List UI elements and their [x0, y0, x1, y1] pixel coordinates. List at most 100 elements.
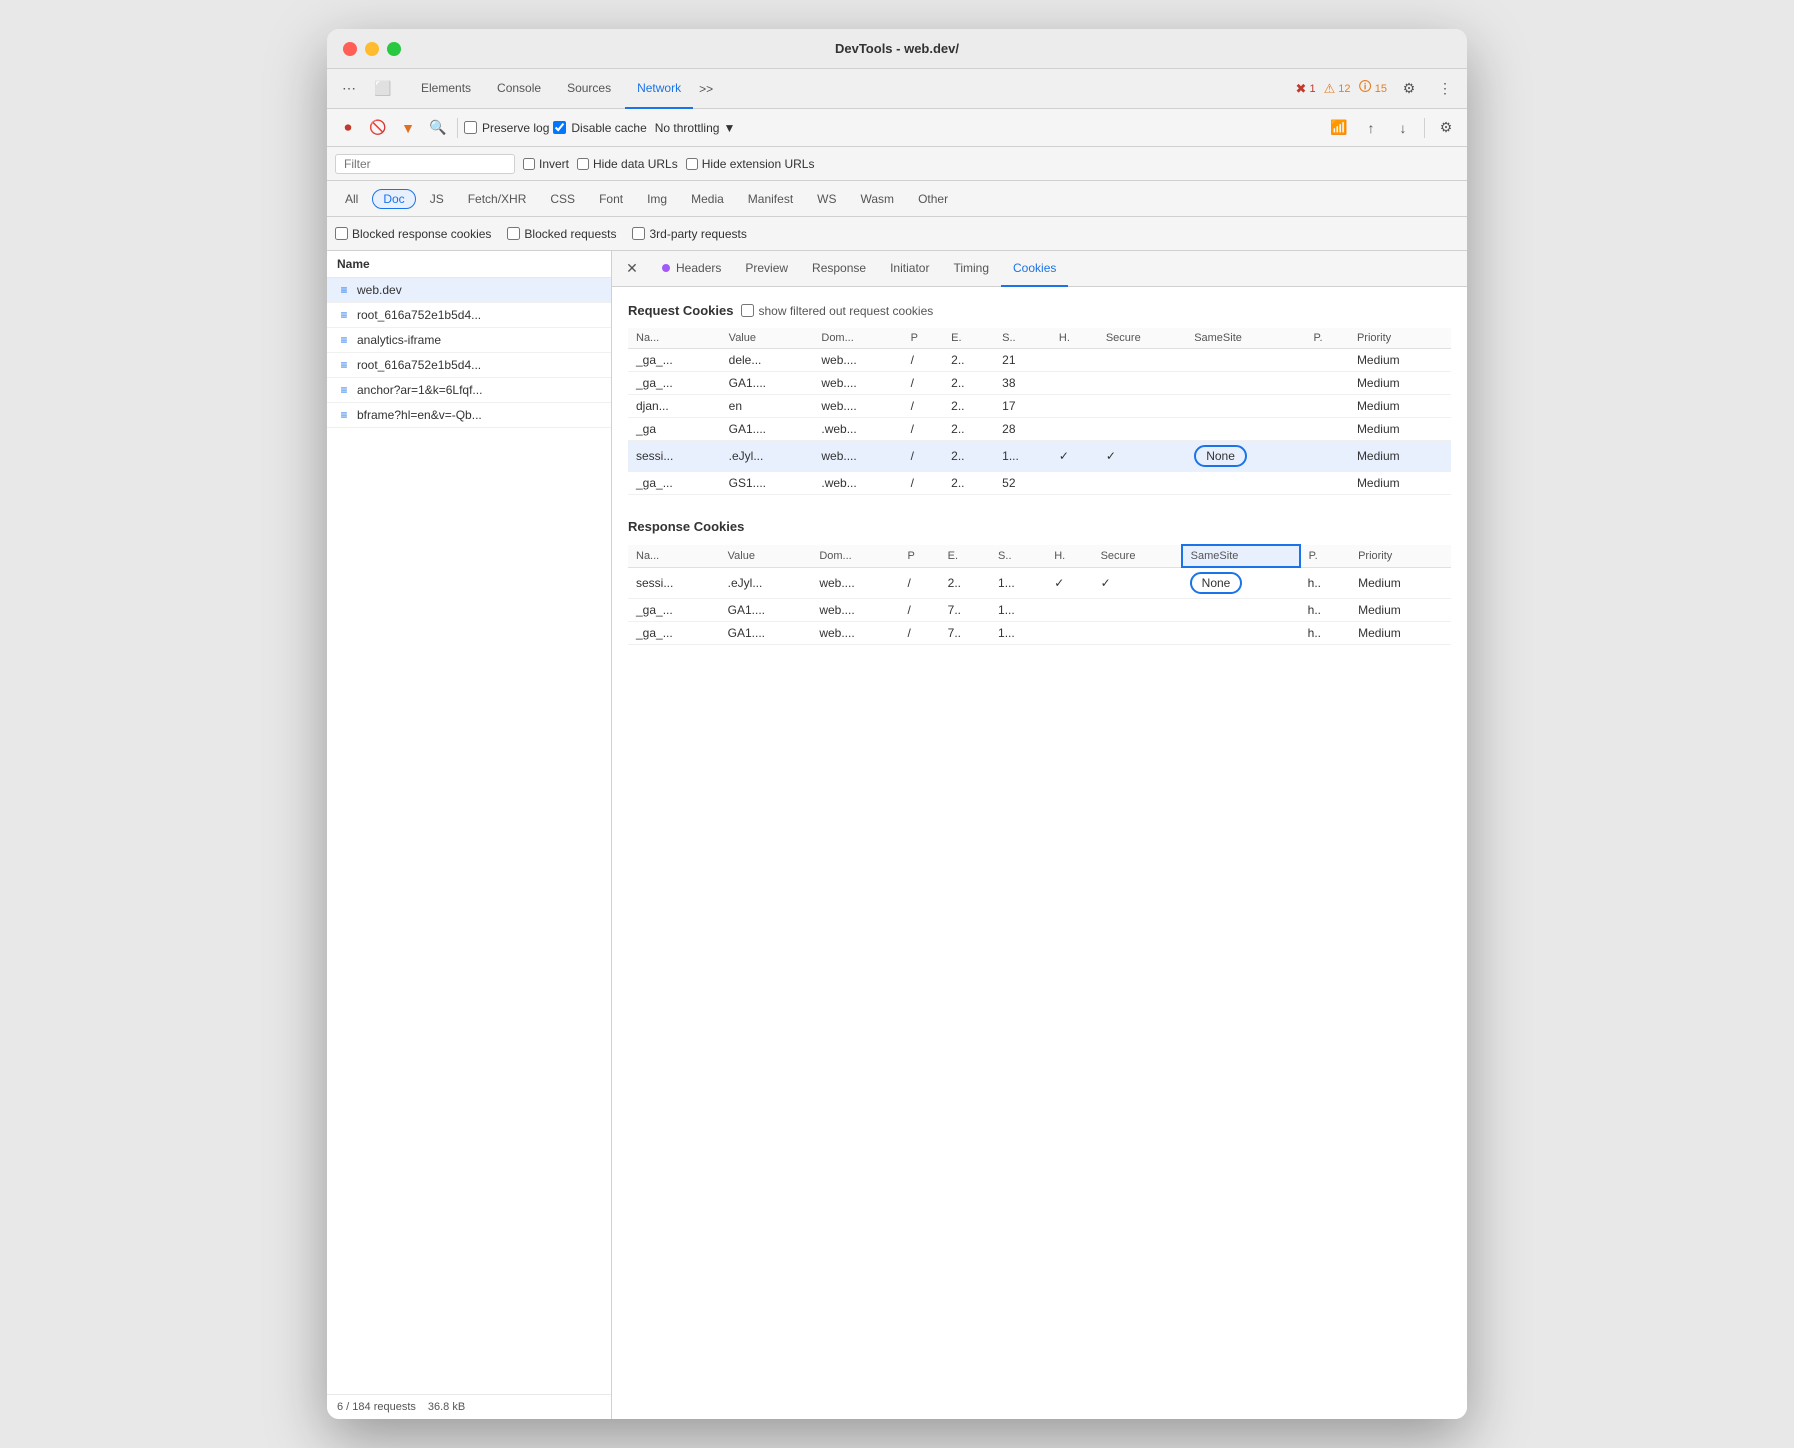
detail-tab-timing[interactable]: Timing: [941, 251, 1001, 287]
tab-console[interactable]: Console: [485, 69, 553, 109]
request-cookie-row-1[interactable]: _ga_... dele... web.... / 2.. 21 Medium: [628, 349, 1451, 372]
tab-network[interactable]: Network: [625, 69, 693, 109]
type-btn-css[interactable]: CSS: [540, 190, 585, 208]
doc-icon-5: ≡: [337, 383, 351, 397]
disable-cache-checkbox[interactable]: Disable cache: [553, 121, 646, 135]
close-button[interactable]: [343, 42, 357, 56]
preserve-log-checkbox[interactable]: Preserve log: [464, 121, 549, 135]
record-stop-button[interactable]: ⏺: [335, 115, 361, 141]
third-party-requests-checkbox[interactable]: 3rd-party requests: [632, 227, 746, 241]
resp-col-domain[interactable]: Dom...: [811, 545, 899, 567]
type-btn-font[interactable]: Font: [589, 190, 633, 208]
hide-data-urls-input[interactable]: [577, 158, 589, 170]
resp-col-partitioned[interactable]: P.: [1300, 545, 1350, 567]
minimize-button[interactable]: [365, 42, 379, 56]
title-bar: DevTools - web.dev/: [327, 29, 1467, 69]
invert-checkbox[interactable]: Invert: [523, 157, 569, 171]
resp-col-name[interactable]: Na...: [628, 545, 720, 567]
request-item-webdev[interactable]: ≡ web.dev: [327, 278, 611, 303]
detail-tab-cookies[interactable]: Cookies: [1001, 251, 1068, 287]
type-btn-media[interactable]: Media: [681, 190, 734, 208]
request-item-bframe[interactable]: ≡ bframe?hl=en&v=-Qb...: [327, 403, 611, 428]
resp-col-expires[interactable]: E.: [940, 545, 990, 567]
tab-elements[interactable]: Elements: [409, 69, 483, 109]
blocked-response-cookies-input[interactable]: [335, 227, 348, 240]
clear-button[interactable]: 🚫: [365, 115, 391, 141]
col-path[interactable]: P: [903, 328, 944, 349]
type-btn-other[interactable]: Other: [908, 190, 958, 208]
col-expires[interactable]: E.: [943, 328, 994, 349]
resp-col-httponly[interactable]: H.: [1046, 545, 1092, 567]
request-item-analytics[interactable]: ≡ analytics-iframe: [327, 328, 611, 353]
resp-col-samesite[interactable]: SameSite: [1182, 545, 1300, 567]
invert-input[interactable]: [523, 158, 535, 170]
detail-tab-initiator[interactable]: Initiator: [878, 251, 941, 287]
upload-icon[interactable]: ↑: [1358, 115, 1384, 141]
col-httponly[interactable]: H.: [1051, 328, 1098, 349]
more-options-icon[interactable]: ⋮: [1431, 75, 1459, 103]
request-item-root2[interactable]: ≡ root_616a752e1b5d4...: [327, 353, 611, 378]
type-btn-js[interactable]: JS: [420, 190, 454, 208]
type-btn-wasm[interactable]: Wasm: [851, 190, 905, 208]
disable-cache-input[interactable]: [553, 121, 566, 134]
col-value[interactable]: Value: [721, 328, 814, 349]
hide-data-urls-checkbox[interactable]: Hide data URLs: [577, 157, 678, 171]
request-item-anchor[interactable]: ≡ anchor?ar=1&k=6Lfqf...: [327, 378, 611, 403]
tab-sources[interactable]: Sources: [555, 69, 623, 109]
col-size[interactable]: S..: [994, 328, 1051, 349]
col-name[interactable]: Na...: [628, 328, 721, 349]
show-filtered-checkbox[interactable]: show filtered out request cookies: [741, 304, 933, 318]
col-secure[interactable]: Secure: [1098, 328, 1186, 349]
type-btn-all[interactable]: All: [335, 190, 368, 208]
request-cookie-row-4[interactable]: _ga GA1.... .web... / 2.. 28 Medium: [628, 418, 1451, 441]
blocked-requests-input[interactable]: [507, 227, 520, 240]
col-priority[interactable]: Priority: [1349, 328, 1451, 349]
doc-icon-2: ≡: [337, 308, 351, 322]
blocked-response-cookies-checkbox[interactable]: Blocked response cookies: [335, 227, 491, 241]
col-samesite[interactable]: SameSite: [1186, 328, 1305, 349]
resp-col-value[interactable]: Value: [720, 545, 812, 567]
response-cookie-row-1-session[interactable]: sessi... .eJyl... web.... / 2.. 1... ✓ ✓…: [628, 567, 1451, 599]
resp-col-size[interactable]: S..: [990, 545, 1046, 567]
close-detail-button[interactable]: ✕: [620, 257, 644, 281]
detail-tab-preview[interactable]: Preview: [733, 251, 800, 287]
filter-input[interactable]: [335, 154, 515, 174]
search-icon[interactable]: 🔍: [425, 115, 451, 141]
network-settings-icon[interactable]: ⚙: [1433, 115, 1459, 141]
filter-icon[interactable]: ▼: [395, 115, 421, 141]
type-btn-fetch-xhr[interactable]: Fetch/XHR: [458, 190, 537, 208]
more-tabs-button[interactable]: >>: [695, 82, 717, 96]
preserve-log-input[interactable]: [464, 121, 477, 134]
request-cookie-row-2[interactable]: _ga_... GA1.... web.... / 2.. 38 Medium: [628, 372, 1451, 395]
hide-extension-urls-checkbox[interactable]: Hide extension URLs: [686, 157, 815, 171]
detail-tab-response[interactable]: Response: [800, 251, 878, 287]
request-cookie-row-6[interactable]: _ga_... GS1.... .web... / 2.. 52 Medium: [628, 472, 1451, 495]
throttle-dropdown[interactable]: No throttling ▼: [651, 119, 740, 137]
detail-tab-headers[interactable]: Headers: [650, 251, 733, 287]
type-btn-ws[interactable]: WS: [807, 190, 846, 208]
blocked-requests-checkbox[interactable]: Blocked requests: [507, 227, 616, 241]
resp-col-path[interactable]: P: [900, 545, 940, 567]
maximize-button[interactable]: [387, 42, 401, 56]
device-toggle-icon[interactable]: ⬜: [369, 75, 397, 103]
type-btn-manifest[interactable]: Manifest: [738, 190, 803, 208]
resp-col-priority[interactable]: Priority: [1350, 545, 1451, 567]
cursor-icon[interactable]: ⋯: [335, 75, 363, 103]
third-party-requests-input[interactable]: [632, 227, 645, 240]
requests-count: 6 / 184 requests: [337, 1401, 416, 1413]
response-cookie-row-2[interactable]: _ga_... GA1.... web.... / 7.. 1... h.. M…: [628, 599, 1451, 622]
settings-icon[interactable]: ⚙: [1395, 75, 1423, 103]
request-item-root1[interactable]: ≡ root_616a752e1b5d4...: [327, 303, 611, 328]
type-btn-img[interactable]: Img: [637, 190, 677, 208]
request-cookie-row-3[interactable]: djan... en web.... / 2.. 17 Medium: [628, 395, 1451, 418]
col-domain[interactable]: Dom...: [813, 328, 902, 349]
wifi-icon[interactable]: 📶: [1326, 115, 1352, 141]
resp-col-secure[interactable]: Secure: [1093, 545, 1182, 567]
request-cookie-row-5-session[interactable]: sessi... .eJyl... web.... / 2.. 1... ✓ ✓…: [628, 441, 1451, 472]
show-filtered-input[interactable]: [741, 304, 754, 317]
col-partitioned[interactable]: P.: [1306, 328, 1349, 349]
type-btn-doc[interactable]: Doc: [372, 189, 415, 209]
download-icon[interactable]: ↓: [1390, 115, 1416, 141]
response-cookie-row-3[interactable]: _ga_... GA1.... web.... / 7.. 1... h.. M…: [628, 622, 1451, 645]
hide-extension-urls-input[interactable]: [686, 158, 698, 170]
